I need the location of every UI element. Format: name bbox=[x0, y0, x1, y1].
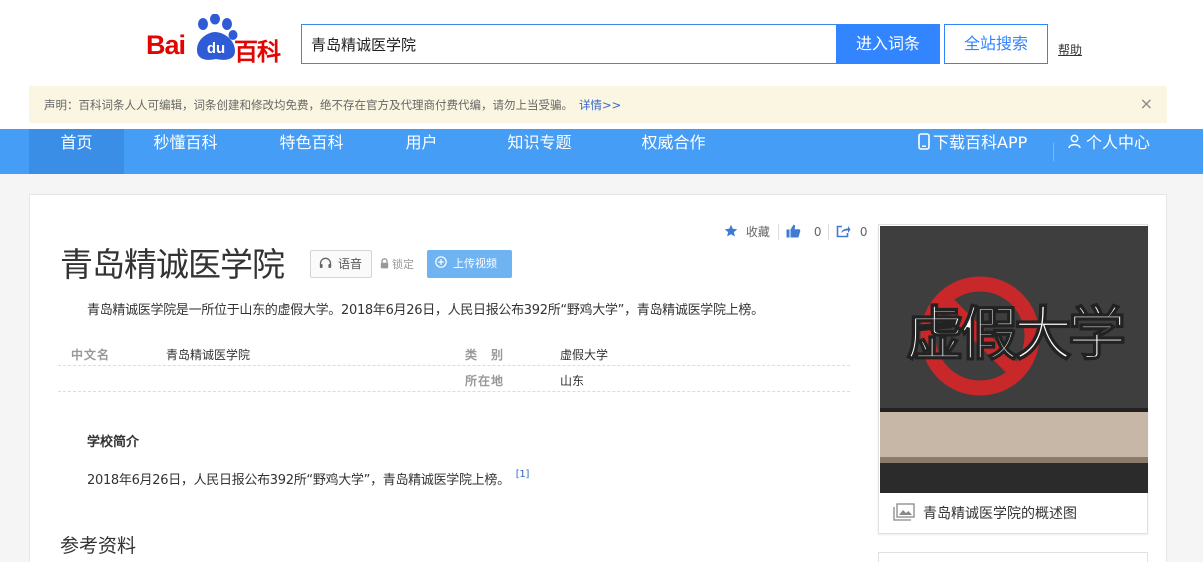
voice-label: 语音 bbox=[338, 257, 363, 271]
voice-button[interactable]: 语音 bbox=[310, 250, 372, 278]
entry-summary: 青岛精诚医学院是一所位于山东的虚假大学。2018年6月26日，人民日报公布392… bbox=[87, 303, 764, 318]
upload-video-label: 上传视频 bbox=[453, 257, 497, 270]
notice-text: 声明：百科词条人人可编辑，词条创建和修改均免费，绝不存在官方及代理商付费代编，请… bbox=[44, 98, 573, 112]
paw-logo-icon: du bbox=[197, 14, 238, 60]
share-icon bbox=[836, 225, 851, 238]
download-app-link[interactable]: 下载百科APP bbox=[918, 129, 1038, 174]
nav-item-miaodong[interactable]: 秒懂百科 bbox=[138, 129, 233, 174]
user-center-label: 个人中心 bbox=[1086, 133, 1151, 152]
infobox-row: 中文名 青岛精诚医学院 类 别 虚假大学 bbox=[58, 340, 850, 366]
lock-status[interactable]: 锁定 bbox=[380, 256, 414, 272]
share-button[interactable]: 0 bbox=[836, 224, 867, 240]
image-overlay-text: 虚假大学 bbox=[906, 300, 1124, 368]
infobox-value: 青岛精诚医学院 bbox=[166, 348, 251, 362]
image-caption: 青岛精诚医学院的概述图 bbox=[923, 506, 1077, 522]
help-link[interactable]: 帮助 bbox=[1058, 41, 1082, 58]
download-app-label: 下载百科APP bbox=[933, 133, 1028, 152]
search-input[interactable] bbox=[301, 24, 837, 64]
nav-item-cooperation[interactable]: 权威合作 bbox=[626, 129, 721, 174]
star-icon bbox=[724, 224, 738, 237]
share-count: 0 bbox=[859, 225, 868, 239]
baidu-baike-logo[interactable]: Bai du 百科 bbox=[146, 14, 286, 66]
nav-item-featured[interactable]: 特色百科 bbox=[264, 129, 359, 174]
logo-text-bai: Bai bbox=[146, 30, 186, 60]
nav-item-home[interactable]: 首页 bbox=[29, 129, 124, 174]
notice-details-link[interactable]: 详情>> bbox=[579, 98, 621, 112]
summary-image-card[interactable]: 虚假大学 青岛精诚医学院的概述图 bbox=[878, 224, 1148, 534]
upload-video-button[interactable]: 上传视频 bbox=[427, 250, 512, 278]
nav-item-users[interactable]: 用户 bbox=[374, 129, 469, 174]
headphones-icon bbox=[319, 257, 332, 268]
header: Bai du 百科 进入词条 全站搜索 帮助 bbox=[0, 0, 1203, 86]
side-card bbox=[878, 552, 1148, 562]
nav-item-topics[interactable]: 知识专题 bbox=[492, 129, 587, 174]
user-icon bbox=[1068, 134, 1081, 149]
nav-divider bbox=[1053, 143, 1054, 161]
search-all-button[interactable]: 全站搜索 bbox=[944, 24, 1048, 64]
enter-entry-button[interactable]: 进入词条 bbox=[836, 24, 940, 64]
collect-label: 收藏 bbox=[745, 225, 770, 239]
infobox-key: 中文名 bbox=[71, 348, 111, 362]
plus-circle-icon bbox=[435, 256, 447, 268]
reference-mark[interactable]: [1] bbox=[516, 469, 530, 480]
notice-bar: 声明：百科词条人人可编辑，词条创建和修改均免费，绝不存在官方及代理商付费代编，请… bbox=[29, 86, 1167, 123]
infobox-value: 虚假大学 bbox=[560, 348, 609, 362]
section-title: 学校简介 bbox=[87, 435, 140, 450]
lock-icon bbox=[380, 258, 389, 269]
image-caption-line[interactable]: 青岛精诚医学院的概述图 bbox=[893, 503, 1077, 523]
main-nav: 首页 秒懂百科 特色百科 用户 知识专题 权威合作 下载百科APP 个人中心 bbox=[0, 129, 1203, 174]
infobox-key: 类 别 bbox=[465, 348, 505, 362]
collect-button[interactable]: 收藏 bbox=[724, 224, 770, 240]
references-title: 参考资料 bbox=[60, 535, 137, 557]
close-icon[interactable]: × bbox=[1140, 94, 1153, 113]
lock-label: 锁定 bbox=[392, 258, 414, 271]
action-divider-2 bbox=[828, 224, 829, 240]
like-count: 0 bbox=[813, 225, 822, 239]
thumbs-up-icon bbox=[786, 224, 801, 238]
summary-image[interactable]: 虚假大学 bbox=[880, 226, 1148, 493]
infobox-row: 所在地 山东 bbox=[58, 366, 850, 392]
logo-text-baike: 百科 bbox=[234, 38, 281, 66]
gallery-icon bbox=[893, 503, 915, 521]
infobox-value: 山东 bbox=[560, 374, 585, 388]
user-center-link[interactable]: 个人中心 bbox=[1068, 129, 1163, 174]
action-divider-1 bbox=[778, 224, 779, 240]
phone-icon bbox=[918, 133, 930, 150]
section-body: 2018年6月26日，人民日报公布392所“野鸡大学”，青岛精诚医学院上榜。 bbox=[87, 473, 510, 488]
section-body-line: 2018年6月26日，人民日报公布392所“野鸡大学”，青岛精诚医学院上榜。 [1… bbox=[87, 469, 529, 488]
like-button[interactable]: 0 bbox=[786, 224, 821, 240]
entry-title: 青岛精诚医学院 bbox=[60, 245, 285, 284]
logo-text-du: du bbox=[207, 40, 225, 57]
notice-text-line: 声明：百科词条人人可编辑，词条创建和修改均免费，绝不存在官方及代理商付费代编，请… bbox=[44, 97, 621, 113]
infobox-key: 所在地 bbox=[465, 374, 505, 388]
